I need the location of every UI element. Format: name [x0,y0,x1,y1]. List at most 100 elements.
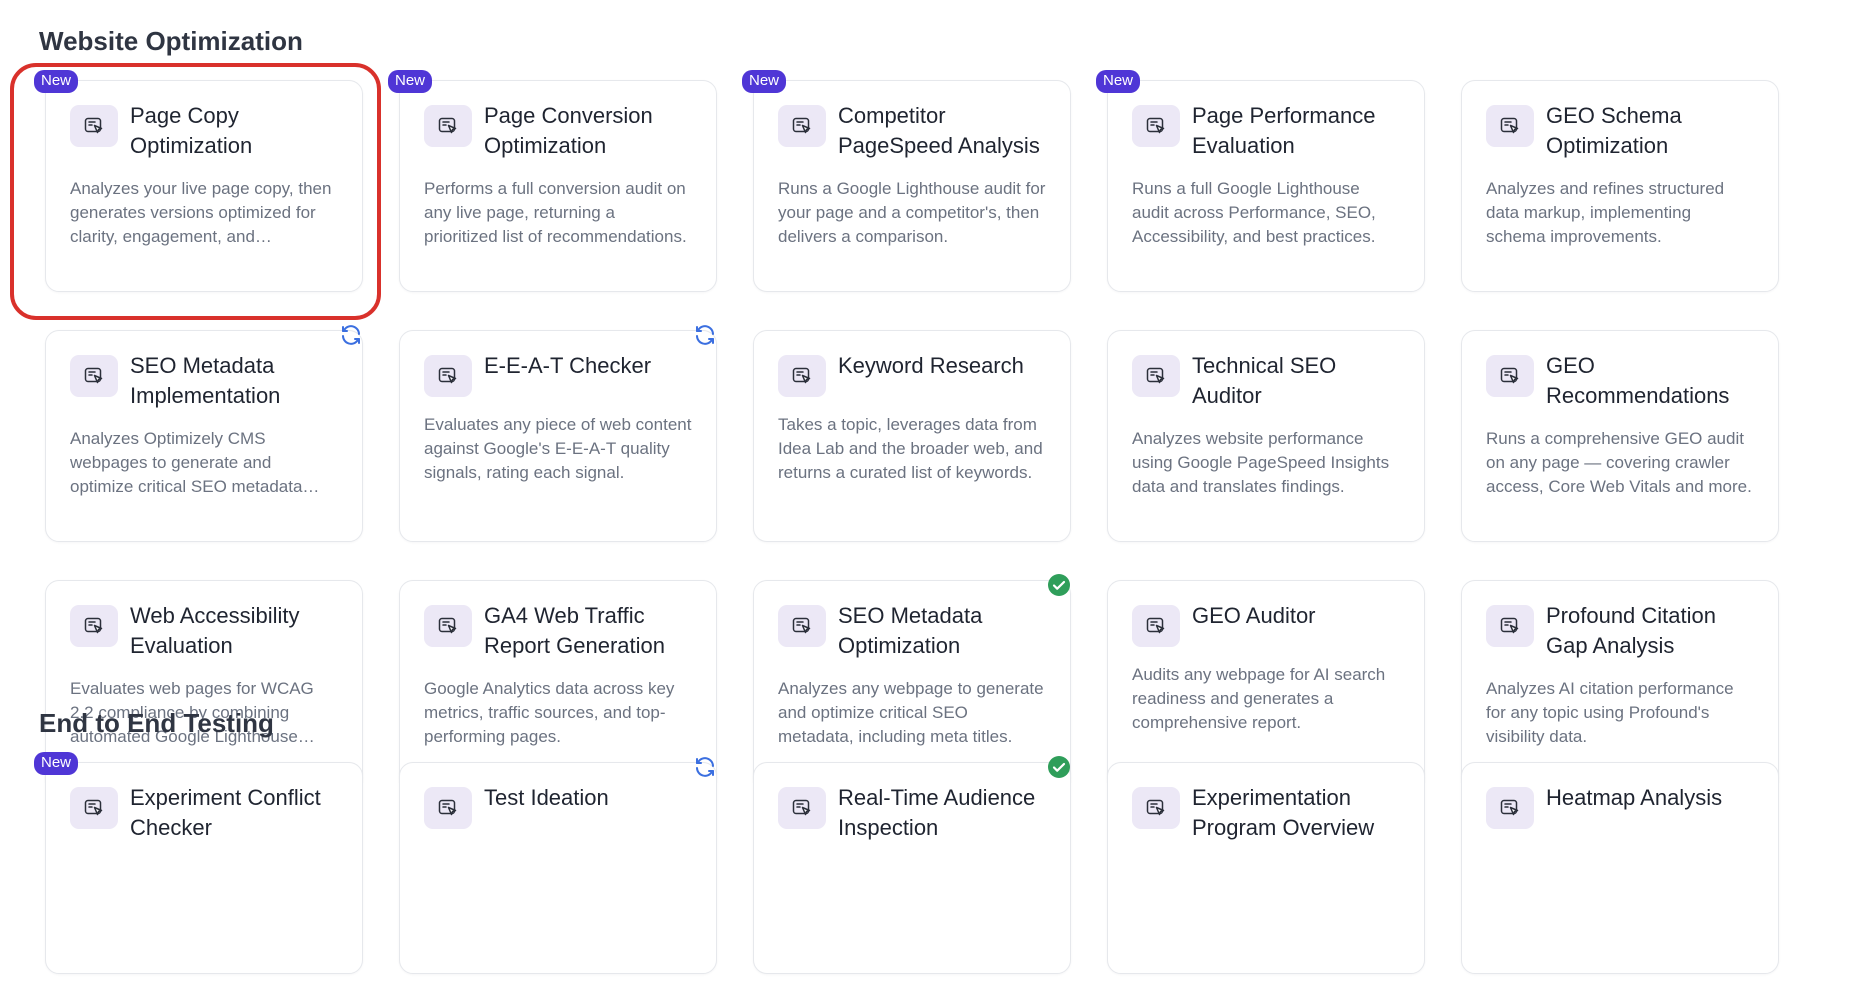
card-title: Technical SEO Auditor [1192,353,1337,408]
agent-cursor-icon [70,787,118,829]
agent-cursor-icon [424,355,472,397]
card-description: Analyzes any webpage to generate and opt… [778,679,1044,746]
agent-cursor-icon [1486,787,1534,829]
card-title: Profound Citation Gap Analysis [1546,603,1716,658]
new-badge: New [34,752,79,775]
card-header: Page Copy Optimization [70,103,338,161]
card-description: Runs a Google Lighthouse audit for your … [778,179,1046,246]
card-title: GEO Schema Optimization [1546,103,1682,158]
card-title: Real-Time Audience Inspection [838,785,1036,840]
agent-cursor-icon [70,355,118,397]
agent-cursor-icon [1132,105,1180,147]
agent-card-seo-metadata-optimization[interactable]: SEO Metadata Optimization Analyzes any we… [753,574,1071,792]
card-title: Keyword Research [838,353,1024,378]
card-description: Performs a full conversion audit on any … [424,179,687,246]
card-title: Test Ideation [484,785,609,810]
card-header: E-E-A-T Checker [424,353,692,397]
agent-cursor-icon [778,787,826,829]
agent-cursor-icon [1486,105,1534,147]
check-circle-icon [1046,754,1072,780]
card-header: SEO Metadata Optimization [778,603,1046,661]
sync-icon [692,754,718,780]
card-header: Technical SEO Auditor [1132,353,1400,411]
agent-cursor-icon [778,605,826,647]
card-header: Page Conversion Optimization [424,103,692,161]
card-header: Keyword Research [778,353,1046,397]
card-description: Analyzes website performance using Googl… [1132,429,1390,496]
agent-card-web-accessibility-evaluation[interactable]: Web Accessibility Evaluation Evaluates we… [45,580,363,792]
new-badge: New [1096,70,1141,93]
agent-cursor-icon [778,355,826,397]
agent-cursor-icon [424,105,472,147]
card-description: Runs a comprehensive GEO audit on any pa… [1486,429,1752,496]
agent-card-profound-citation-gap-analysis[interactable]: Profound Citation Gap Analysis Analyzes A… [1461,580,1779,792]
card-header: Web Accessibility Evaluation [70,603,338,661]
card-header: Experiment Conflict Checker [70,785,338,843]
agent-card-heatmap-analysis[interactable]: Heatmap Analysis [1461,762,1779,974]
agent-cursor-icon [1132,787,1180,829]
card-title: GA4 Web Traffic Report Generation [484,603,665,658]
agent-card-competitor-pagespeed-analysis[interactable]: Competitor PageSpeed Analysis Runs a Goog… [742,70,1071,292]
agent-card-geo-schema-optimization[interactable]: GEO Schema Optimization Analyzes and refi… [1461,80,1779,292]
agent-card-page-performance-evaluation[interactable]: Page Performance Evaluation Runs a full G… [1096,70,1425,292]
agent-cursor-icon [778,105,826,147]
agent-card-keyword-research[interactable]: Keyword Research Takes a topic, leverages… [753,330,1071,542]
card-title: Experiment Conflict Checker [130,785,321,840]
card-title: GEO Auditor [1192,603,1316,628]
check-circle-icon [1046,572,1072,598]
card-header: GEO Recommendations [1486,353,1754,411]
card-description: Runs a full Google Lighthouse audit acro… [1132,179,1376,246]
agent-cursor-icon [1486,355,1534,397]
card-title: Page Copy Optimization [130,103,253,158]
sync-icon [338,322,364,348]
card-header: GEO Auditor [1132,603,1400,647]
agent-card-experiment-conflict-checker[interactable]: Experiment Conflict Checker New [34,752,363,974]
agent-card-experimentation-program-overview[interactable]: Experimentation Program Overview [1107,762,1425,974]
card-grid-end-to-end-testing: Experiment Conflict Checker New Test Ideat… [34,752,1779,974]
card-header: Profound Citation Gap Analysis [1486,603,1754,661]
section-title-end-to-end-testing: End to End Testing [39,708,274,738]
card-description: Takes a topic, leverages data from Idea … [778,415,1043,482]
card-grid-website-optimization: Page Copy Optimization Analyzes your live… [34,70,1779,792]
card-header: Test Ideation [424,785,692,829]
agent-card-seo-metadata-implementation[interactable]: SEO Metadata Implementation Analyzes Opti… [45,325,363,542]
agent-card-page-copy-optimization[interactable]: Page Copy Optimization Analyzes your live… [34,70,363,292]
card-title: Page Conversion Optimization [484,103,653,158]
card-description: Analyzes AI citation performance for any… [1486,679,1734,746]
sync-icon [692,322,718,348]
card-description: Audits any webpage for AI search readine… [1132,665,1386,732]
agent-card-ga4-web-traffic-report-generation[interactable]: GA4 Web Traffic Report Generation Google … [399,580,717,792]
agent-card-real-time-audience-inspection[interactable]: Real-Time Audience Inspection [753,756,1071,974]
card-header: Experimentation Program Overview [1132,785,1400,843]
section-title-website-optimization: Website Optimization [39,26,303,56]
agent-card-test-ideation[interactable]: Test Ideation [399,757,717,974]
card-header: GEO Schema Optimization [1486,103,1754,161]
agent-cursor-icon [70,605,118,647]
card-description: Analyzes your live page copy, then gener… [70,179,332,246]
agent-cursor-icon [70,105,118,147]
card-title: Page Performance Evaluation [1192,103,1376,158]
card-title: GEO Recommendations [1546,353,1730,408]
agent-card-page-conversion-optimization[interactable]: Page Conversion Optimization Performs a f… [388,70,717,292]
card-header: Page Performance Evaluation [1132,103,1400,161]
card-title: SEO Metadata Optimization [838,603,983,658]
card-title: SEO Metadata Implementation [130,353,281,408]
agent-cursor-icon [1132,355,1180,397]
new-badge: New [34,70,79,93]
agent-card-geo-recommendations[interactable]: GEO Recommendations Runs a comprehensive … [1461,330,1779,542]
agent-card-e-e-a-t-checker[interactable]: E-E-A-T Checker Evaluates any piece of we… [399,325,717,542]
agent-cursor-icon [1132,605,1180,647]
card-header: GA4 Web Traffic Report Generation [424,603,692,661]
card-description: Analyzes and refines structured data mar… [1486,179,1725,246]
card-title: E-E-A-T Checker [484,353,652,378]
card-title: Experimentation Program Overview [1192,785,1375,840]
new-badge: New [742,70,787,93]
card-description: Evaluates any piece of web content again… [424,415,692,482]
agent-card-technical-seo-auditor[interactable]: Technical SEO Auditor Analyzes website pe… [1107,330,1425,542]
card-header: SEO Metadata Implementation [70,353,338,411]
card-title: Competitor PageSpeed Analysis [838,103,1040,158]
card-description: Google Analytics data across key metrics… [424,679,675,746]
agent-card-geo-auditor[interactable]: GEO Auditor Audits any webpage for AI sea… [1107,580,1425,792]
card-header: Heatmap Analysis [1486,785,1754,829]
card-header: Real-Time Audience Inspection [778,785,1046,843]
